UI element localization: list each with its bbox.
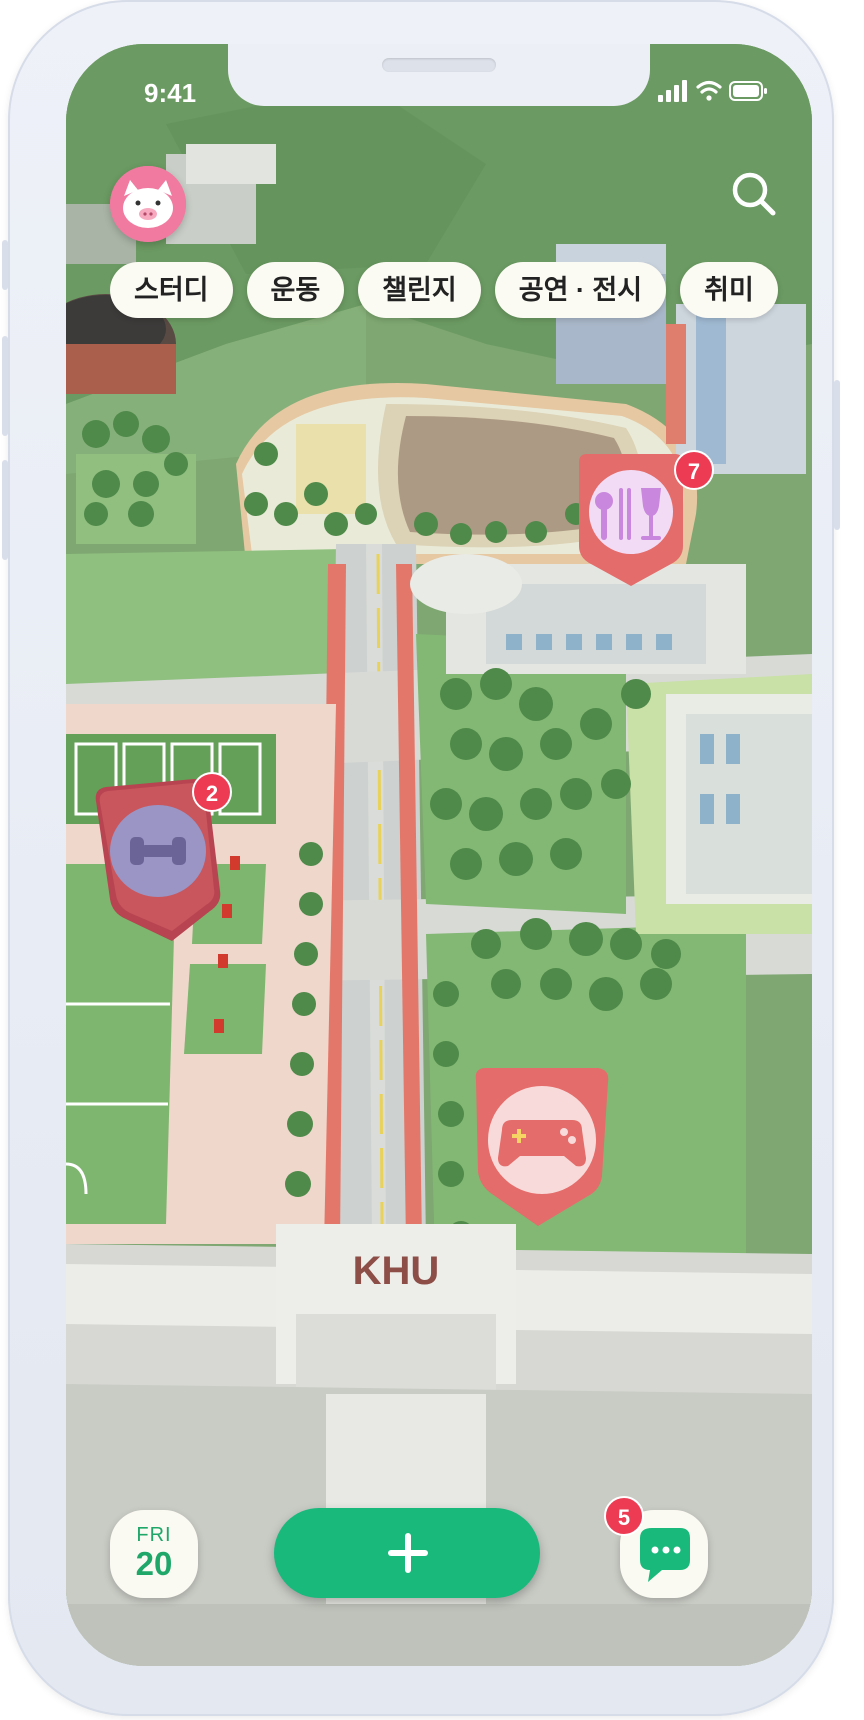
plus-icon xyxy=(388,1533,428,1573)
date-day-number: 20 xyxy=(135,1545,173,1582)
signal-icon xyxy=(658,80,687,102)
category-filter-bar: 스터디 운동 챌린지 공연 · 전시 취미 xyxy=(110,262,812,332)
volume-down-button xyxy=(2,460,8,560)
category-chip-performance-exhibition[interactable]: 공연 · 전시 xyxy=(494,262,667,318)
dining-pin-count-badge: 7 xyxy=(674,450,714,490)
phone-frame: KHU 7 2 9:41 스터디 운동 챌린지 공연 · 전시 취미 FRI 2… xyxy=(2,0,840,1716)
status-time: 9:41 xyxy=(144,78,197,108)
category-chip-hobby[interactable]: 취미 xyxy=(680,262,778,318)
battery-icon xyxy=(729,81,767,101)
game-controller-icon xyxy=(475,1068,609,1226)
date-button[interactable]: FRI 20 xyxy=(110,1510,198,1598)
pig-avatar-icon xyxy=(110,166,186,242)
status-icons xyxy=(658,78,768,109)
dining-meetup-pin[interactable] xyxy=(571,454,691,614)
profile-avatar-button[interactable] xyxy=(110,166,186,242)
power-button xyxy=(834,380,840,530)
game-meetup-pin[interactable] xyxy=(466,1064,616,1244)
date-weekday: FRI xyxy=(136,1524,172,1546)
category-chip-exercise[interactable]: 운동 xyxy=(246,262,345,318)
app-screen: KHU 7 2 9:41 스터디 운동 챌린지 공연 · 전시 취미 FRI 2… xyxy=(66,44,812,1666)
chat-unread-badge: 5 xyxy=(604,1496,644,1536)
volume-up-button xyxy=(2,336,8,436)
category-chip-study[interactable]: 스터디 xyxy=(110,262,233,318)
notch xyxy=(228,44,650,106)
search-icon xyxy=(732,172,776,216)
speaker-grill xyxy=(382,58,496,72)
search-button[interactable] xyxy=(726,166,782,222)
dining-icon xyxy=(579,454,683,614)
mute-switch xyxy=(2,240,8,290)
fitness-pin-count-badge: 2 xyxy=(192,772,232,812)
wifi-icon xyxy=(696,80,722,101)
category-chip-challenge[interactable]: 챌린지 xyxy=(358,262,481,318)
create-meetup-button[interactable] xyxy=(274,1508,540,1598)
khu-sign: KHU xyxy=(353,1249,440,1293)
